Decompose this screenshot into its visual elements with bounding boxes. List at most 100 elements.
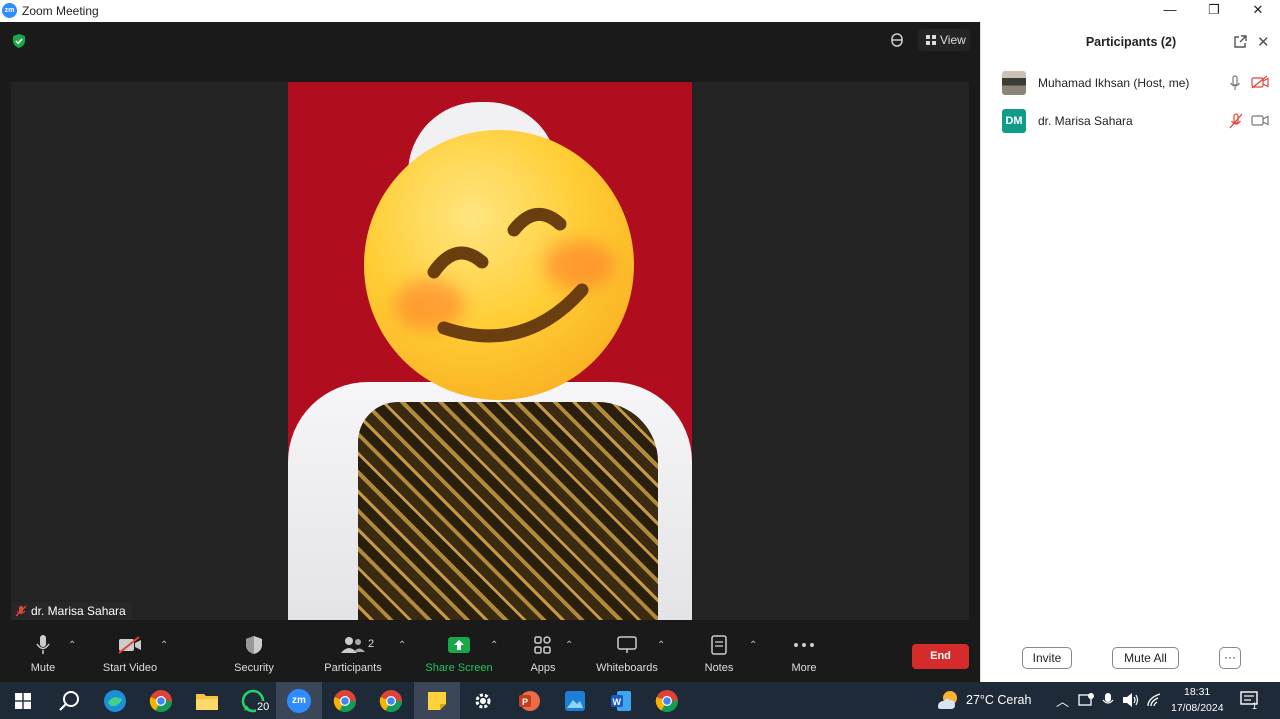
notes-icon — [711, 635, 727, 655]
photos-icon — [565, 690, 585, 711]
more-button[interactable]: More — [786, 634, 822, 674]
more-dots-icon — [794, 643, 814, 647]
whiteboards-label: Whiteboards — [596, 662, 658, 674]
restore-button[interactable]: ❐ — [1192, 0, 1236, 22]
participant-video-feed — [288, 82, 692, 620]
mute-button[interactable]: Mute — [28, 634, 58, 674]
svg-text:P: P — [522, 697, 528, 707]
tray-chevron-icon[interactable]: ︿ — [1056, 691, 1069, 710]
folder-icon — [196, 693, 218, 710]
whiteboards-button[interactable]: Whiteboards — [592, 634, 662, 674]
meeting-area: View dr. Marisa Sahara — [0, 22, 980, 682]
word-icon: W — [611, 690, 631, 711]
participants-icon — [341, 637, 365, 653]
share-screen-button[interactable]: Share Screen — [424, 634, 494, 674]
wifi-icon[interactable] — [1146, 692, 1162, 708]
taskbar-word[interactable]: W — [598, 682, 644, 719]
participant-name: dr. Marisa Sahara — [1038, 114, 1133, 128]
participant-row[interactable]: Muhamad Ikhsan (Host, me) — [981, 65, 1280, 101]
end-meeting-button[interactable]: End — [912, 644, 969, 669]
participant-row[interactable]: DM dr. Marisa Sahara — [981, 103, 1280, 139]
taskbar-powerpoint[interactable]: P — [506, 682, 552, 719]
mute-all-button[interactable]: Mute All — [1112, 647, 1179, 669]
taskbar-chrome-profile-p[interactable] — [644, 682, 690, 719]
taskbar-chrome-profile-b[interactable] — [322, 682, 368, 719]
share-options-caret[interactable]: ⌃ — [490, 640, 498, 651]
notes-button[interactable]: Notes — [702, 634, 736, 674]
taskbar-edge[interactable] — [92, 682, 138, 719]
active-speaker-video-tile[interactable]: dr. Marisa Sahara — [11, 82, 969, 620]
speaker-icon[interactable] — [1122, 692, 1140, 708]
taskbar-file-explorer[interactable] — [184, 682, 230, 719]
chrome-icon — [379, 689, 402, 712]
clock-date[interactable]: 17/08/2024 — [1171, 702, 1224, 714]
start-video-label: Start Video — [102, 662, 158, 674]
window-title: Zoom Meeting — [22, 4, 99, 18]
notes-label: Notes — [704, 662, 734, 674]
whiteboards-options-caret[interactable]: ⌃ — [657, 640, 665, 651]
audio-options-caret[interactable]: ⌃ — [68, 640, 76, 651]
sticky-notes-icon — [428, 691, 446, 710]
apps-button[interactable]: Apps — [526, 634, 560, 674]
search-icon — [59, 690, 79, 711]
close-button[interactable]: ✕ — [1236, 0, 1280, 22]
start-button[interactable] — [0, 682, 46, 719]
powerpoint-icon: P — [519, 690, 540, 711]
taskbar-chrome[interactable] — [138, 682, 184, 719]
apps-options-caret[interactable]: ⌃ — [565, 640, 573, 651]
participants-panel: Participants (2) ✕ Muhamad Ikhsan (Host,… — [980, 22, 1280, 682]
encryption-shield-icon[interactable] — [12, 34, 26, 48]
share-screen-icon — [448, 637, 470, 653]
video-off-icon[interactable] — [1251, 75, 1269, 89]
edge-icon — [104, 689, 126, 712]
video-options-caret[interactable]: ⌃ — [160, 640, 168, 651]
taskbar-zoom[interactable]: zm — [276, 682, 322, 719]
participants-button[interactable]: Participants — [322, 634, 384, 674]
weather-icon[interactable] — [936, 689, 960, 711]
grid-icon — [926, 35, 936, 45]
security-button[interactable]: Security — [232, 634, 276, 674]
search-button[interactable] — [46, 682, 92, 719]
clock-time[interactable]: 18:31 — [1184, 686, 1210, 698]
participants-label: Participants — [324, 662, 382, 674]
taskbar-chrome-2[interactable] — [368, 682, 414, 719]
panel-more-button[interactable]: ··· — [1219, 647, 1241, 669]
security-label: Security — [234, 662, 274, 674]
network-status-icon[interactable] — [1078, 692, 1094, 708]
window-titlebar: zm Zoom Meeting — ❐ ✕ — [0, 0, 1280, 22]
share-screen-label: Share Screen — [425, 662, 493, 674]
smiling-face-emoji-overlay — [364, 130, 634, 400]
participants-count-badge: 2 — [368, 638, 375, 650]
minimize-button[interactable]: — — [1148, 0, 1192, 22]
apps-icon — [534, 636, 551, 654]
pop-out-icon[interactable] — [1233, 35, 1247, 49]
close-panel-icon[interactable]: ✕ — [1257, 33, 1270, 51]
view-button[interactable]: View — [918, 29, 970, 51]
taskbar-settings[interactable] — [460, 682, 506, 719]
view-label: View — [940, 33, 966, 47]
whiteboard-icon — [617, 636, 637, 653]
participant-name: Muhamad Ikhsan (Host, me) — [1038, 76, 1190, 90]
muted-mic-icon — [15, 605, 27, 617]
notification-count: 1 — [1252, 701, 1258, 711]
taskbar-photos[interactable] — [552, 682, 598, 719]
security-shield-icon — [246, 636, 262, 654]
taskbar-sticky-notes[interactable] — [414, 682, 460, 719]
microphone-icon[interactable] — [1229, 75, 1241, 91]
zoom-icon: zm — [287, 688, 311, 713]
notes-options-caret[interactable]: ⌃ — [749, 640, 757, 651]
meeting-toolbar: Mute ⌃ Start Video ⌃ Security Participan… — [0, 620, 980, 682]
video-icon[interactable] — [1251, 113, 1269, 127]
more-label: More — [791, 662, 817, 674]
microphone-tray-icon[interactable] — [1102, 692, 1114, 708]
speaker-name-tag: dr. Marisa Sahara — [11, 602, 132, 620]
avatar: DM — [1002, 109, 1026, 133]
participants-options-caret[interactable]: ⌃ — [398, 640, 406, 651]
muted-mic-icon[interactable] — [1229, 113, 1243, 129]
gear-icon — [475, 693, 491, 708]
invite-button[interactable]: Invite — [1022, 647, 1072, 669]
chrome-icon — [333, 689, 356, 712]
start-video-button[interactable]: Start Video — [98, 634, 162, 674]
weather-text[interactable]: 27°C Cerah — [966, 693, 1031, 707]
immersive-view-icon[interactable] — [888, 31, 906, 49]
